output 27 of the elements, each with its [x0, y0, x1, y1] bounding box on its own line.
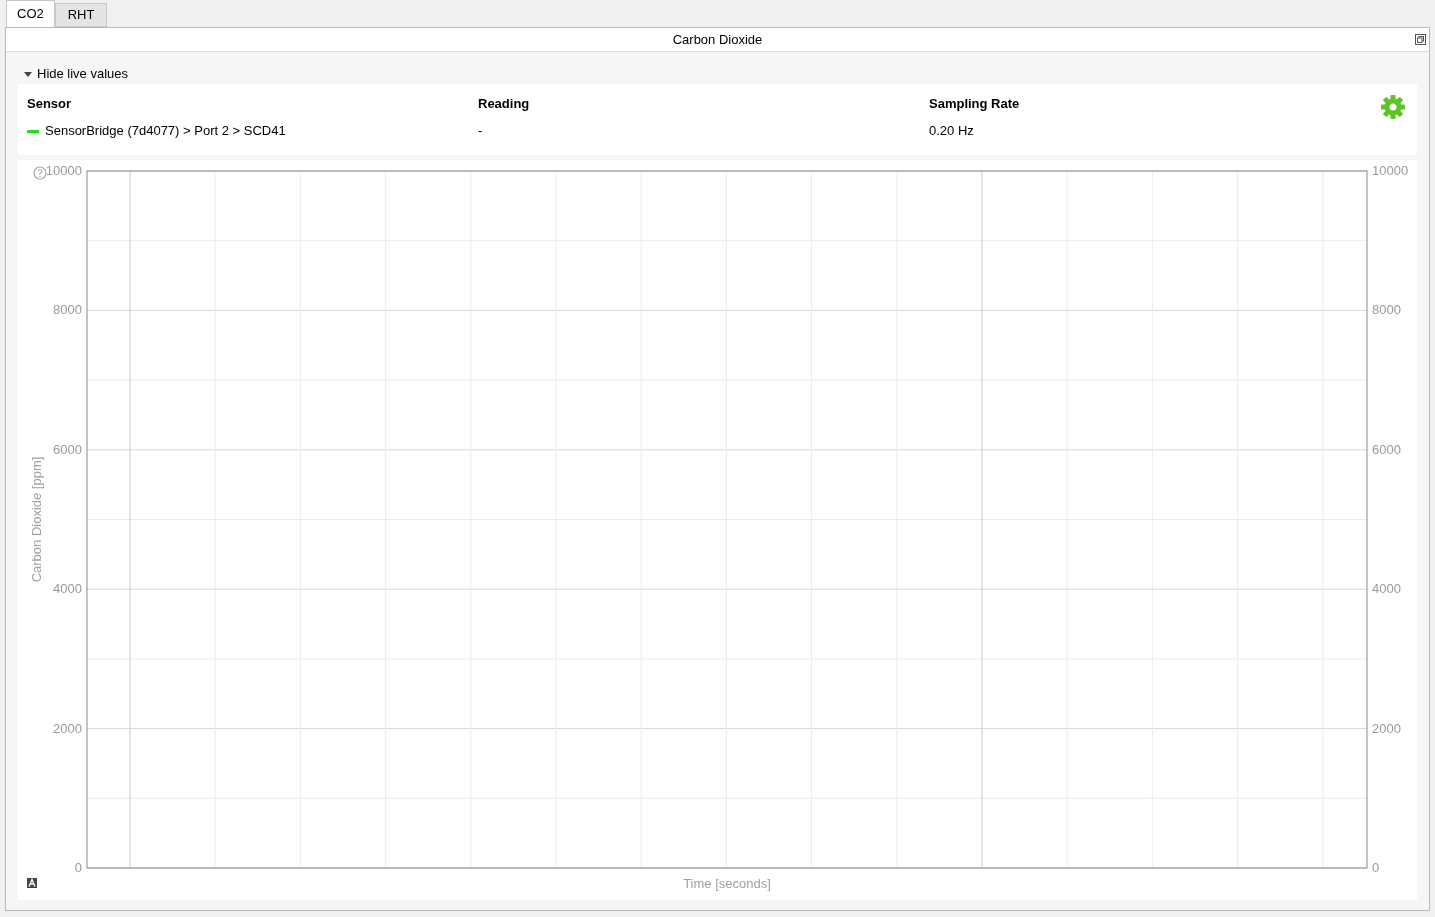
y-tick-label: 0: [74, 860, 82, 875]
y-axis-title: Carbon Dioxide [ppm]: [29, 456, 44, 583]
y-tick-label: 0: [1372, 860, 1380, 875]
column-header: Sampling Rate: [929, 95, 1020, 114]
tab[interactable]: CO2: [6, 0, 55, 27]
y-tick-label: 4000: [1372, 581, 1401, 597]
restore-icon[interactable]: [1415, 34, 1426, 45]
x-axis-title: Time [seconds]: [683, 876, 771, 891]
live-values-toggle[interactable]: Hide live values: [18, 66, 129, 82]
y-tick-label: 10000: [1372, 163, 1409, 178]
y-tick-label: 2000: [1372, 720, 1401, 736]
y-tick-label: 8000: [53, 302, 82, 318]
y-tick-label: 6000: [1372, 441, 1401, 457]
y-tick-label: 2000: [53, 720, 82, 736]
tab[interactable]: RHT: [54, 3, 108, 27]
table-cell-text: SensorBridge (7d4077) > Port 2 > SCD41: [45, 122, 286, 141]
y-tick-label: 4000: [53, 581, 82, 597]
y-tick-label: 10000: [45, 163, 82, 178]
column-header: Reading: [478, 95, 530, 114]
autoscale-icon[interactable]: [27, 877, 37, 888]
column-header: Sensor: [27, 95, 72, 114]
y-tick-label: 6000: [53, 441, 82, 457]
y-tick-label: 8000: [1372, 302, 1401, 318]
table-cell-text: -: [478, 122, 483, 141]
caret-icon: [24, 71, 32, 77]
panel-title: Carbon Dioxide: [672, 30, 763, 49]
table-cell-text: 0.20 Hz: [929, 122, 974, 141]
